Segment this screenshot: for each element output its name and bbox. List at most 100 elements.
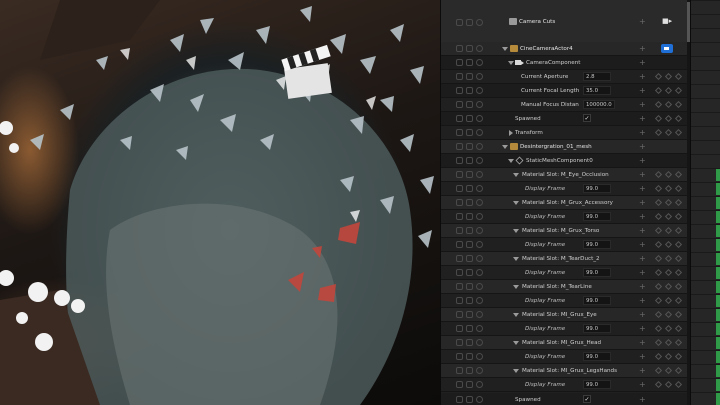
lock-icon[interactable] bbox=[456, 185, 463, 192]
next-key-icon[interactable] bbox=[674, 170, 683, 179]
keyframe-section[interactable] bbox=[716, 267, 720, 279]
expand-arrow-icon[interactable] bbox=[513, 341, 519, 345]
lock-icon[interactable] bbox=[456, 115, 463, 122]
expand-arrow-icon[interactable] bbox=[513, 229, 519, 233]
add-track-button[interactable]: + bbox=[639, 141, 646, 153]
mute-icon[interactable] bbox=[476, 87, 483, 94]
solo-icon[interactable] bbox=[466, 325, 473, 332]
lock-icon[interactable] bbox=[456, 339, 463, 346]
next-key-icon[interactable] bbox=[674, 380, 683, 389]
next-key-icon[interactable] bbox=[674, 324, 683, 333]
add-key-button[interactable]: + bbox=[639, 281, 646, 293]
solo-icon[interactable] bbox=[466, 19, 473, 26]
add-key-icon[interactable] bbox=[664, 324, 673, 333]
solo-icon[interactable] bbox=[466, 339, 473, 346]
prev-key-icon[interactable] bbox=[654, 254, 663, 263]
spawned-checkbox[interactable]: ✓ bbox=[583, 395, 591, 403]
solo-icon[interactable] bbox=[466, 185, 473, 192]
solo-icon[interactable] bbox=[466, 143, 473, 150]
add-key-button[interactable]: + bbox=[639, 337, 646, 349]
lock-icon[interactable] bbox=[456, 73, 463, 80]
add-track-button[interactable]: + bbox=[639, 16, 646, 28]
prev-key-icon[interactable] bbox=[654, 268, 663, 277]
expand-arrow-icon[interactable] bbox=[513, 313, 519, 317]
mute-icon[interactable] bbox=[476, 311, 483, 318]
timeline-area[interactable] bbox=[690, 0, 720, 405]
lock-icon[interactable] bbox=[456, 396, 463, 403]
mute-icon[interactable] bbox=[476, 59, 483, 66]
mute-icon[interactable] bbox=[476, 255, 483, 262]
add-key-button[interactable]: + bbox=[639, 71, 646, 83]
prev-key-icon[interactable] bbox=[654, 198, 663, 207]
prev-key-icon[interactable] bbox=[654, 184, 663, 193]
solo-icon[interactable] bbox=[466, 297, 473, 304]
display-frame-value-field[interactable]: 99.0 bbox=[583, 240, 611, 249]
prev-key-icon[interactable] bbox=[654, 310, 663, 319]
add-key-icon[interactable] bbox=[664, 352, 673, 361]
keyframe-section[interactable] bbox=[716, 337, 720, 349]
next-key-icon[interactable] bbox=[674, 114, 683, 123]
display-frame-value-field[interactable]: 99.0 bbox=[583, 268, 611, 277]
add-key-button[interactable]: + bbox=[639, 183, 646, 195]
prev-key-icon[interactable] bbox=[654, 282, 663, 291]
solo-icon[interactable] bbox=[466, 255, 473, 262]
add-track-button[interactable]: + bbox=[639, 43, 646, 55]
keyframe-section[interactable] bbox=[716, 281, 720, 293]
solo-icon[interactable] bbox=[466, 101, 473, 108]
lock-icon[interactable] bbox=[456, 325, 463, 332]
solo-icon[interactable] bbox=[466, 227, 473, 234]
solo-icon[interactable] bbox=[466, 396, 473, 403]
add-key-button[interactable]: + bbox=[639, 267, 646, 279]
next-key-icon[interactable] bbox=[674, 282, 683, 291]
lock-icon[interactable] bbox=[456, 101, 463, 108]
next-key-icon[interactable] bbox=[674, 184, 683, 193]
solo-icon[interactable] bbox=[466, 87, 473, 94]
add-key-button[interactable]: + bbox=[639, 225, 646, 237]
solo-icon[interactable] bbox=[466, 283, 473, 290]
prev-key-icon[interactable] bbox=[654, 72, 663, 81]
display-frame-track[interactable]: Display Frame 99.0 + bbox=[441, 350, 691, 364]
lock-icon[interactable] bbox=[456, 227, 463, 234]
lock-icon[interactable] bbox=[456, 87, 463, 94]
keyframe-section[interactable] bbox=[716, 211, 720, 223]
material-slot-track[interactable]: Material Slot: M_Grux_Accessory + bbox=[441, 196, 691, 210]
property-value-field[interactable]: 100000.0 bbox=[583, 100, 615, 109]
collapse-arrow-icon[interactable] bbox=[509, 130, 513, 136]
next-key-icon[interactable] bbox=[674, 198, 683, 207]
material-slot-track[interactable]: Material Slot: MI_Grux_Eye + bbox=[441, 308, 691, 322]
add-key-button[interactable]: + bbox=[639, 253, 646, 265]
display-frame-value-field[interactable]: 99.0 bbox=[583, 352, 611, 361]
keyframe-section[interactable] bbox=[716, 239, 720, 251]
display-frame-value-field[interactable]: 99.0 bbox=[583, 184, 611, 193]
next-key-icon[interactable] bbox=[674, 310, 683, 319]
expand-arrow-icon[interactable] bbox=[513, 257, 519, 261]
add-key-button[interactable]: + bbox=[639, 351, 646, 363]
add-key-icon[interactable] bbox=[664, 114, 673, 123]
add-key-icon[interactable] bbox=[664, 128, 673, 137]
mute-icon[interactable] bbox=[476, 199, 483, 206]
lock-icon[interactable] bbox=[456, 367, 463, 374]
next-key-icon[interactable] bbox=[674, 254, 683, 263]
mesh-component-track[interactable]: StaticMeshComponent0 + bbox=[441, 154, 691, 168]
lock-icon[interactable] bbox=[456, 283, 463, 290]
expand-arrow-icon[interactable] bbox=[513, 201, 519, 205]
solo-icon[interactable] bbox=[466, 269, 473, 276]
display-frame-track[interactable]: Display Frame 99.0 + bbox=[441, 210, 691, 224]
next-key-icon[interactable] bbox=[674, 100, 683, 109]
add-key-icon[interactable] bbox=[664, 380, 673, 389]
mute-icon[interactable] bbox=[476, 269, 483, 276]
prev-key-icon[interactable] bbox=[654, 240, 663, 249]
next-key-icon[interactable] bbox=[674, 352, 683, 361]
solo-icon[interactable] bbox=[466, 129, 473, 136]
lock-icon[interactable] bbox=[456, 255, 463, 262]
prev-key-icon[interactable] bbox=[654, 366, 663, 375]
keyframe-section[interactable] bbox=[716, 351, 720, 363]
add-key-button[interactable]: + bbox=[639, 295, 646, 307]
camera-actor-track[interactable]: CineCameraActor4 + bbox=[441, 42, 691, 56]
spawned-track[interactable]: Spawned ✓ + bbox=[441, 393, 691, 405]
prev-key-icon[interactable] bbox=[654, 226, 663, 235]
add-key-button[interactable]: + bbox=[639, 239, 646, 251]
mute-icon[interactable] bbox=[476, 129, 483, 136]
next-key-icon[interactable] bbox=[674, 212, 683, 221]
display-frame-track[interactable]: Display Frame 99.0 + bbox=[441, 322, 691, 336]
